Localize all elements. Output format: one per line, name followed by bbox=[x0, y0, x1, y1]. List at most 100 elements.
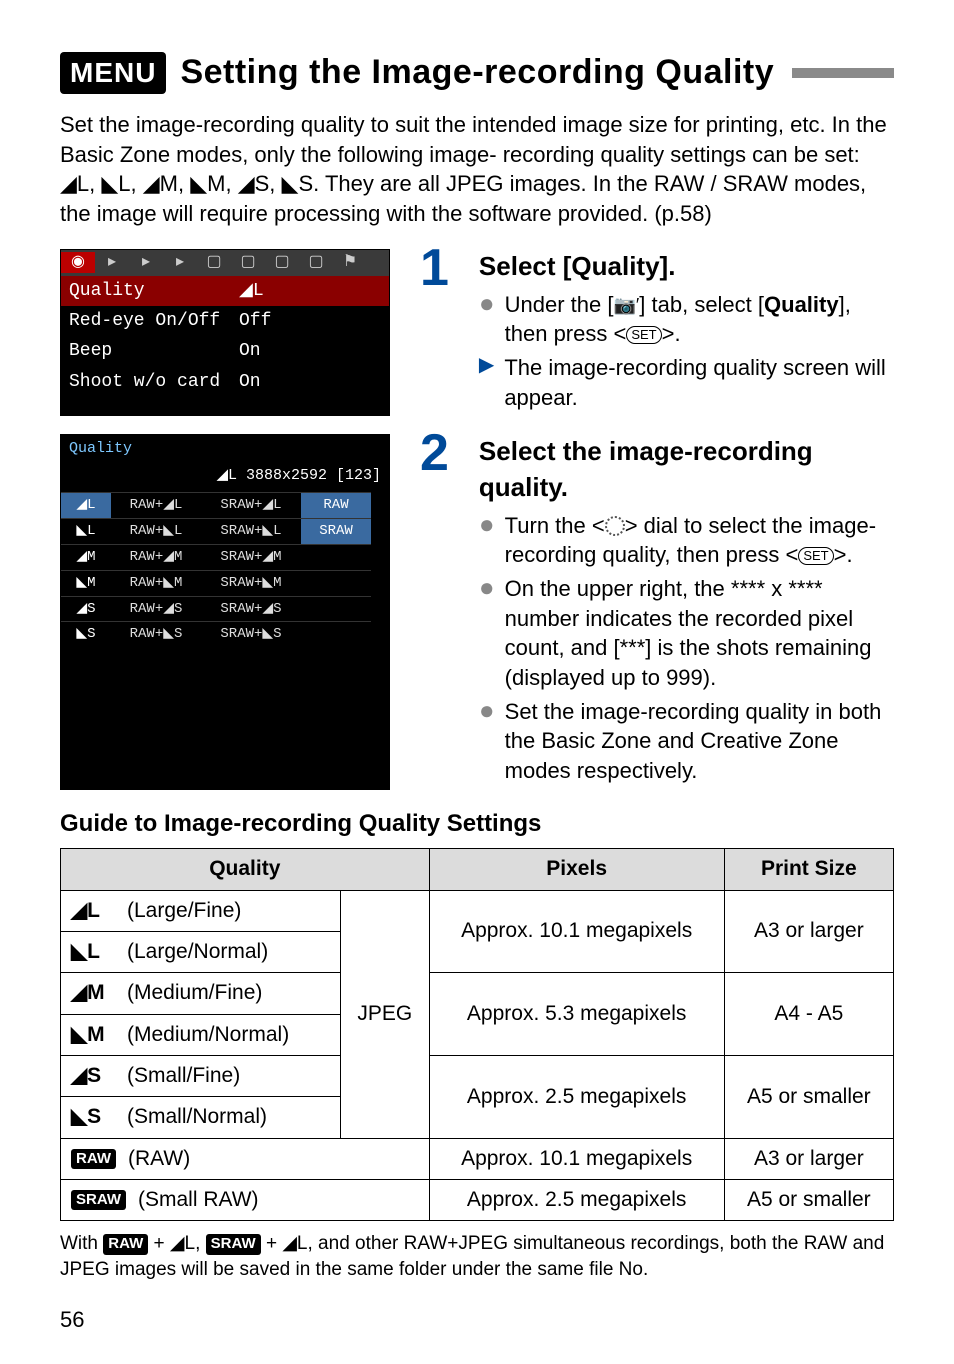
quality-name: (RAW) bbox=[128, 1145, 190, 1173]
print-cell: A5 or smaller bbox=[724, 1180, 893, 1221]
quality-info: ◢L 3888x2592 [123] bbox=[61, 464, 389, 492]
step1-row: ◉ ▸ ▸ ▸ ▢ ▢ ▢ ▢ ⚑ Quality ◢L Red-eye On/… bbox=[60, 249, 894, 417]
bullet-dot-icon: ● bbox=[479, 697, 495, 786]
menu-tab: ▸ bbox=[163, 252, 197, 274]
step2-row: Quality ◢L 3888x2592 [123] ◢LRAW+◢LSRAW+… bbox=[60, 434, 894, 789]
intro-line: will require processing with the softwar… bbox=[163, 201, 712, 226]
step2-title: Select the image-recording quality. bbox=[479, 434, 894, 504]
t: Under the [ bbox=[505, 292, 614, 317]
print-cell: A5 or smaller bbox=[724, 1055, 893, 1138]
guide-title: Guide to Image-recording Quality Setting… bbox=[60, 808, 894, 840]
quality-name: (Large/Fine) bbox=[127, 897, 241, 925]
th-print: Print Size bbox=[724, 849, 893, 890]
menu-tab: ⚑ bbox=[333, 252, 367, 274]
menu-row: Beep On bbox=[61, 336, 389, 366]
t: >. bbox=[662, 321, 681, 346]
footnote: With RAW + ◢L, SRAW + ◢L, and other RAW+… bbox=[60, 1231, 894, 1282]
menu-row: Red-eye On/Off Off bbox=[61, 306, 389, 336]
menu-row-value: Off bbox=[239, 309, 271, 333]
page-number: 56 bbox=[60, 1305, 894, 1335]
menu-tab: ▢ bbox=[265, 252, 299, 274]
menu-row-label: Beep bbox=[69, 339, 239, 363]
step2-body: Select the image-recording quality. ● Tu… bbox=[479, 434, 894, 789]
table-cell: RAW (RAW) bbox=[61, 1138, 430, 1179]
t: + ◢L, bbox=[148, 1233, 205, 1254]
print-cell: A3 or larger bbox=[724, 890, 893, 973]
pixels-cell: Approx. 10.1 megapixels bbox=[429, 1138, 724, 1179]
qcell: SRAW+◢M bbox=[201, 544, 301, 570]
qcell: RAW+◢S bbox=[111, 596, 201, 622]
quality-name: (Small/Normal) bbox=[127, 1103, 267, 1131]
menu-row-label: Quality bbox=[69, 279, 239, 303]
bullet-text: The image-recording quality screen will … bbox=[504, 353, 894, 412]
pixels-cell: Approx. 2.5 megapixels bbox=[429, 1055, 724, 1138]
menu-tab: ▸ bbox=[95, 252, 129, 274]
bullet-text: Turn the <> dial to select the image-rec… bbox=[505, 511, 894, 570]
quality-name: (Small/Fine) bbox=[127, 1062, 240, 1090]
bullet-text: Under the [📷′] tab, select [Quality], th… bbox=[505, 290, 894, 349]
quality-icon: ◢M bbox=[71, 979, 115, 1007]
title-bar bbox=[792, 68, 894, 78]
qcell: SRAW bbox=[301, 518, 371, 544]
step1-title: Select [Quality]. bbox=[479, 249, 894, 284]
qcell: SRAW+◣S bbox=[201, 621, 301, 647]
qcell bbox=[301, 596, 371, 622]
menu-tab: ▸ bbox=[129, 252, 163, 274]
menu-row-label: Red-eye On/Off bbox=[69, 309, 239, 333]
menu-row-value: On bbox=[239, 339, 261, 363]
menu-row-value: ◢L bbox=[239, 279, 264, 303]
qcell: ◢L bbox=[61, 492, 111, 518]
menu-row: Quality ◢L bbox=[61, 276, 389, 306]
print-cell: A4 - A5 bbox=[724, 973, 893, 1056]
menu-tab: ◉ bbox=[61, 252, 95, 274]
menu-row-label: Shoot w/o card bbox=[69, 370, 239, 394]
th-quality: Quality bbox=[61, 849, 430, 890]
quality-icon: ◣L bbox=[71, 938, 115, 966]
quality-table: Quality Pixels Print Size ◢L(Large/Fine)… bbox=[60, 848, 894, 1221]
bullet: ▶ The image-recording quality screen wil… bbox=[479, 353, 894, 412]
qcell: ◢S bbox=[61, 596, 111, 622]
th-pixels: Pixels bbox=[429, 849, 724, 890]
bullet: ● Set the image-recording quality in bot… bbox=[479, 697, 894, 786]
title-row: MENU Setting the Image-recording Quality bbox=[60, 50, 894, 96]
set-button-icon: SET bbox=[798, 547, 833, 565]
menu-tabs: ◉ ▸ ▸ ▸ ▢ ▢ ▢ ▢ ⚑ bbox=[61, 250, 389, 276]
qcell: RAW+◣S bbox=[111, 621, 201, 647]
quality-name: (Medium/Fine) bbox=[127, 979, 262, 1007]
table-cell: ◣L (Large/Normal) bbox=[61, 931, 341, 972]
qcell: SRAW+◢S bbox=[201, 596, 301, 622]
menu-tab: ▢ bbox=[299, 252, 333, 274]
menu-row: Shoot w/o card On bbox=[61, 367, 389, 397]
qcell: ◣S bbox=[61, 621, 111, 647]
qcell: SRAW+◢L bbox=[201, 492, 301, 518]
table-cell: SRAW(Small RAW) bbox=[61, 1180, 430, 1221]
qcell: ◣L bbox=[61, 518, 111, 544]
pixels-cell: Approx. 2.5 megapixels bbox=[429, 1180, 724, 1221]
quality-name: (Medium/Normal) bbox=[127, 1021, 289, 1049]
bullet: ● On the upper right, the **** x **** nu… bbox=[479, 574, 894, 693]
table-cell: ◢S (Small/Fine) bbox=[61, 1055, 341, 1096]
qcell bbox=[301, 570, 371, 596]
qcell bbox=[301, 621, 371, 647]
raw-badge-icon: RAW bbox=[103, 1234, 148, 1254]
bullet: ● Under the [📷′] tab, select [Quality], … bbox=[479, 290, 894, 349]
qcell bbox=[301, 544, 371, 570]
quality-icon: ◢S bbox=[71, 1062, 115, 1090]
table-cell: ◣S(Small/Normal) bbox=[61, 1097, 341, 1138]
raw-badge-icon: RAW bbox=[71, 1149, 116, 1169]
table-cell: ◣M(Medium/Normal) bbox=[61, 1014, 341, 1055]
triangle-icon: ▶ bbox=[479, 353, 494, 412]
sraw-badge-icon: SRAW bbox=[206, 1234, 261, 1254]
quality-grid: ◢LRAW+◢LSRAW+◢LRAW ◣LRAW+◣LSRAW+◣LSRAW ◢… bbox=[61, 492, 389, 647]
pixels-cell: Approx. 10.1 megapixels bbox=[429, 890, 724, 973]
qcell: RAW+◣M bbox=[111, 570, 201, 596]
menu-rows: Quality ◢L Red-eye On/Off Off Beep On Sh… bbox=[61, 276, 389, 397]
bullet-text: Set the image-recording quality in both … bbox=[505, 697, 894, 786]
step-number-1: 1 bbox=[420, 245, 449, 417]
quality-title: Quality bbox=[61, 435, 389, 463]
table-cell: ◢L(Large/Fine) bbox=[61, 890, 341, 931]
qcell: RAW+◣L bbox=[111, 518, 201, 544]
quality-name: (Large/Normal) bbox=[127, 938, 268, 966]
set-button-icon: SET bbox=[626, 326, 661, 344]
t: >. bbox=[834, 542, 853, 567]
